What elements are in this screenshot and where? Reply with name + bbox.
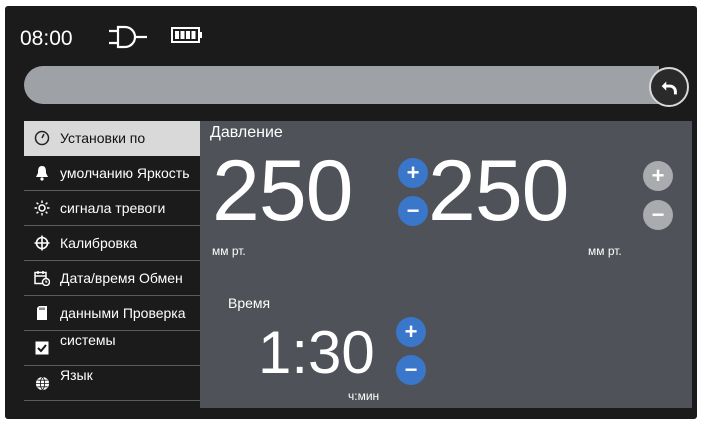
menu-item-language[interactable]: Язык xyxy=(24,366,200,401)
menu-item-label: данными Проверка xyxy=(60,305,186,321)
menu-item-label: умолчанию Яркость xyxy=(60,165,190,181)
back-button[interactable] xyxy=(649,67,689,107)
pressure-unit-right: мм рт. xyxy=(588,244,622,258)
pressure-unit-left: мм рт. xyxy=(212,244,246,258)
pressure-right-plus-button[interactable]: + xyxy=(643,161,673,191)
back-arrow-icon xyxy=(661,81,677,95)
brightness-icon xyxy=(32,198,52,218)
menu-item-datetime[interactable]: Дата/время Обмен xyxy=(24,261,200,296)
menu-item-defaults[interactable]: Установки по xyxy=(24,121,200,156)
menu-item-calibration[interactable]: Калибровка xyxy=(24,226,200,261)
time-plus-button[interactable]: + xyxy=(396,317,426,347)
settings-panel: Давление 250 + − 250 + − мм рт. мм рт. В… xyxy=(200,121,692,408)
menu-item-system-check[interactable]: системы xyxy=(24,331,200,366)
battery-icon xyxy=(171,27,202,43)
calendar-clock-icon xyxy=(32,268,52,288)
globe-icon xyxy=(32,373,52,393)
pressure-value-right: 250 xyxy=(428,143,569,239)
clock: 08:00 xyxy=(20,27,73,50)
crosshair-icon xyxy=(32,233,52,253)
menu-item-label: сигнала тревоги xyxy=(60,200,166,216)
gauge-icon xyxy=(32,128,52,148)
menu-item-alarm[interactable]: сигнала тревоги xyxy=(24,191,200,226)
time-value: 1:30 xyxy=(258,319,375,386)
time-minus-button[interactable]: − xyxy=(396,355,426,385)
menu-item-data-exchange[interactable]: данными Проверка xyxy=(24,296,200,331)
bell-icon xyxy=(32,163,52,183)
menu-item-label: Язык xyxy=(60,367,93,383)
menu-item-label: Установки по xyxy=(60,130,146,146)
menu-item-label: Дата/время Обмен xyxy=(60,270,183,286)
device-screen: 08:00 Установки по умолчанию Яркость сиг… xyxy=(5,6,697,419)
settings-menu: Установки по умолчанию Яркость сигнала т… xyxy=(24,121,200,401)
menu-item-label: Калибровка xyxy=(60,235,138,251)
checkbox-icon xyxy=(32,338,52,358)
pressure-value-left: 250 xyxy=(212,143,353,239)
pressure-title: Давление xyxy=(210,124,283,141)
menu-item-label: системы xyxy=(60,332,116,348)
pressure-left-minus-button[interactable]: − xyxy=(398,196,428,226)
status-bar: 08:00 xyxy=(5,6,697,66)
pressure-right-minus-button[interactable]: − xyxy=(643,200,673,230)
plug-icon xyxy=(109,25,147,49)
time-unit: ч:мин xyxy=(348,389,380,403)
time-title: Время xyxy=(228,295,271,311)
pressure-left-plus-button[interactable]: + xyxy=(398,158,428,188)
menu-item-brightness[interactable]: умолчанию Яркость xyxy=(24,156,200,191)
sd-card-icon xyxy=(32,303,52,323)
info-bar xyxy=(24,66,659,104)
